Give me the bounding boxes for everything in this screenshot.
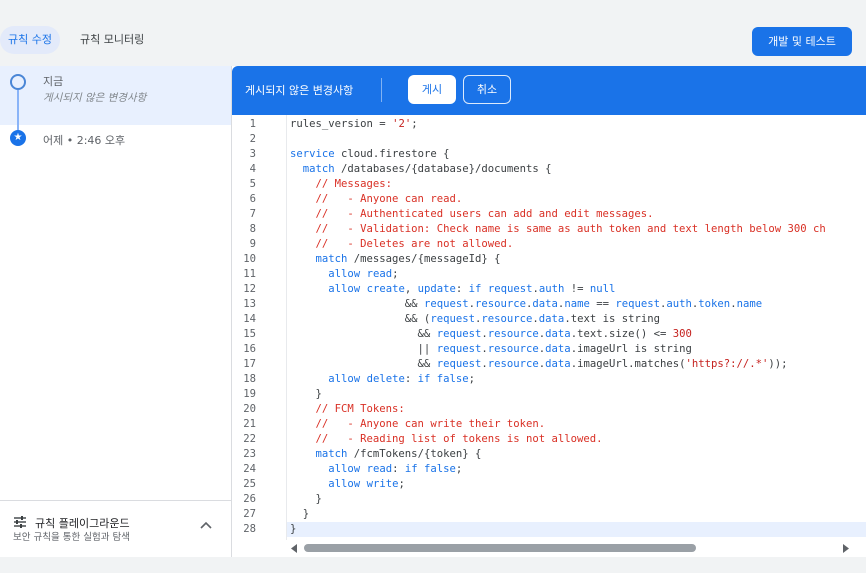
line-number: 9: [249, 238, 256, 250]
top-bar: 규칙 수정 규칙 모니터링 개발 및 테스트: [0, 0, 866, 66]
code-line[interactable]: // - Anyone can write their token.: [290, 417, 546, 432]
line-number: 13: [243, 298, 256, 310]
line-number: 17: [243, 358, 256, 370]
line-number: 6: [249, 193, 256, 205]
header-divider: [381, 78, 382, 102]
code-line[interactable]: allow write;: [290, 477, 405, 492]
code-line[interactable]: match /databases/{database}/documents {: [290, 162, 552, 177]
code-editor[interactable]: rules_version = '2'; service cloud.firest…: [286, 115, 866, 540]
line-number: 22: [243, 433, 256, 445]
code-line[interactable]: allow delete: if false;: [290, 372, 475, 387]
code-line[interactable]: // - Deletes are not allowed.: [290, 237, 514, 252]
rules-editor: 게시되지 않은 변경사항 게시 취소 1 2 3 4 5 6 7 8 9 10 11 12 13 14 15…: [232, 66, 866, 557]
circle-icon: [10, 74, 26, 90]
history-previous-title: 어제 • 2:46 오후: [43, 134, 126, 147]
line-number: 11: [243, 268, 256, 280]
develop-and-test-button[interactable]: 개발 및 테스트: [752, 27, 852, 56]
code-line[interactable]: match /messages/{messageId} {: [290, 252, 501, 267]
line-number: 3: [249, 148, 256, 160]
tab-monitor-rules[interactable]: 규칙 모니터링: [72, 26, 152, 54]
rules-playground-panel[interactable]: 규칙 플레이그라운드 보안 규칙을 통한 실험과 탐색: [0, 500, 231, 557]
code-line[interactable]: && (request.resource.data.text is string: [290, 312, 660, 327]
caret-left-icon[interactable]: [290, 544, 298, 553]
line-number: 28: [243, 523, 256, 535]
code-line[interactable]: allow read: if false;: [290, 462, 462, 477]
line-number: 5: [249, 178, 256, 190]
code-line[interactable]: // - Anyone can read.: [290, 192, 463, 207]
line-number-gutter: 1 2 3 4 5 6 7 8 9 10 11 12 13 14 15 16 17 18 19 20 21 22 23 24 2…: [232, 115, 286, 540]
code-line[interactable]: || request.resource.data.imageUrl is str…: [290, 342, 692, 357]
code-line[interactable]: }: [290, 507, 309, 522]
history-current-subtitle: 게시되지 않은 변경사항: [43, 92, 147, 104]
caret-right-icon[interactable]: [842, 544, 850, 553]
history-timeline-line: [17, 90, 19, 133]
code-line[interactable]: allow read;: [290, 267, 398, 282]
line-number: 1: [249, 118, 256, 130]
code-line[interactable]: }: [290, 522, 296, 537]
playground-subtitle: 보안 규칙을 통한 실험과 탐색: [13, 532, 130, 543]
current-line-highlight: [287, 522, 866, 537]
line-number: 12: [243, 283, 256, 295]
code-line[interactable]: // Messages:: [290, 177, 393, 192]
line-number: 4: [249, 163, 256, 175]
line-number: 18: [243, 373, 256, 385]
history-sidebar: 지금 게시되지 않은 변경사항 ★ 어제 • 2:46 오후 규칙 플레이그라운…: [0, 66, 232, 557]
star-circle-icon: ★: [10, 130, 26, 146]
line-number: 15: [243, 328, 256, 340]
code-line[interactable]: && request.resource.data.text.size() <= …: [290, 327, 692, 342]
tab-edit-rules[interactable]: 규칙 수정: [0, 26, 60, 54]
code-line[interactable]: // - Reading list of tokens is not allow…: [290, 432, 603, 447]
line-number: 8: [249, 223, 256, 235]
line-number: 7: [249, 208, 256, 220]
line-number: 20: [243, 403, 256, 415]
cancel-button[interactable]: 취소: [463, 75, 511, 104]
publish-button[interactable]: 게시: [408, 75, 456, 104]
editor-header: 게시되지 않은 변경사항 게시 취소: [232, 66, 866, 115]
code-line[interactable]: rules_version = '2';: [290, 117, 418, 132]
line-number: 25: [243, 478, 256, 490]
horizontal-scrollbar[interactable]: [286, 540, 866, 557]
code-line[interactable]: }: [290, 492, 322, 507]
line-number: 21: [243, 418, 256, 430]
chevron-up-icon[interactable]: [200, 520, 212, 530]
code-line[interactable]: // FCM Tokens:: [290, 402, 405, 417]
line-number: 27: [243, 508, 256, 520]
code-line[interactable]: match /fcmTokens/{token} {: [290, 447, 482, 462]
code-line[interactable]: // - Validation: Check name is same as a…: [290, 222, 826, 237]
code-line[interactable]: service cloud.firestore {: [290, 147, 449, 162]
line-number: 10: [243, 253, 256, 265]
code-line[interactable]: allow create, update: if request.auth !=…: [290, 282, 615, 297]
line-number: 16: [243, 343, 256, 355]
scrollbar-thumb[interactable]: [304, 544, 696, 552]
line-number: 14: [243, 313, 256, 325]
unpublished-changes-label: 게시되지 않은 변경사항: [245, 84, 354, 97]
line-number: 23: [243, 448, 256, 460]
code-line[interactable]: && request.resource.data.imageUrl.matche…: [290, 357, 788, 372]
line-number: 2: [249, 133, 256, 145]
line-number: 26: [243, 493, 256, 505]
line-number: 24: [243, 463, 256, 475]
sliders-icon: [14, 516, 26, 528]
code-line[interactable]: && request.resource.data.name == request…: [290, 297, 762, 312]
history-current-title: 지금: [43, 75, 64, 88]
line-number: 19: [243, 388, 256, 400]
code-line[interactable]: }: [290, 387, 322, 402]
code-line[interactable]: // - Authenticated users can add and edi…: [290, 207, 654, 222]
